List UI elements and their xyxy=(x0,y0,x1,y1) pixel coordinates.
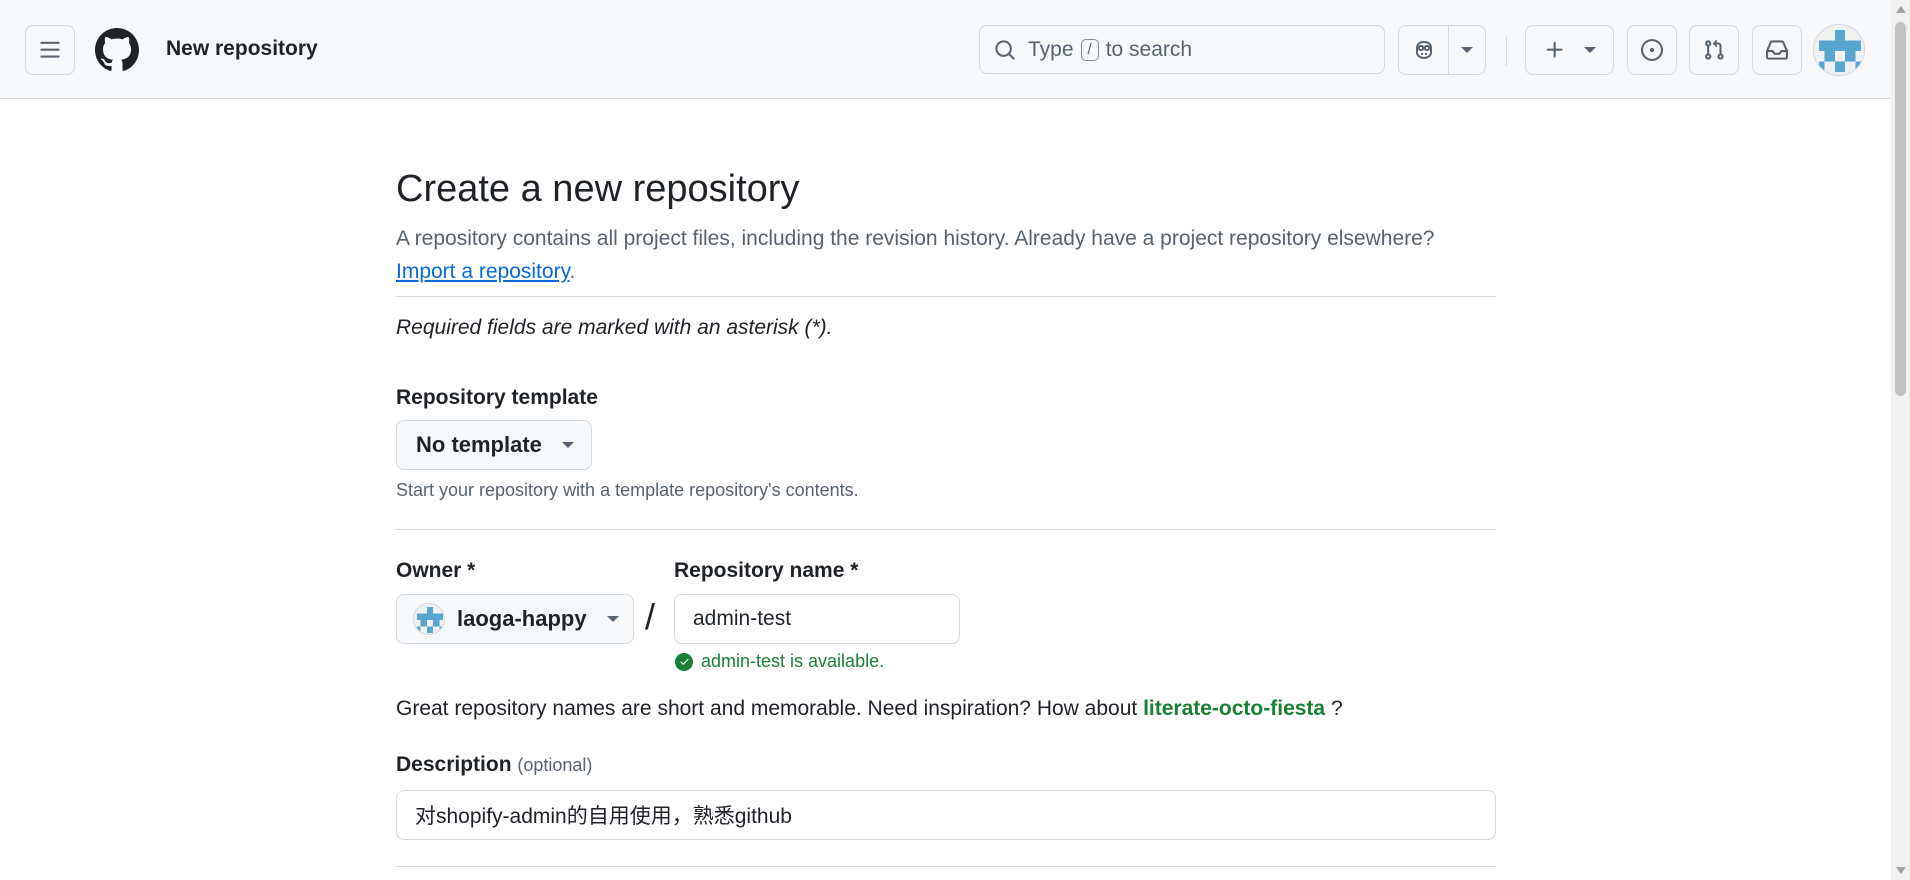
lead-text: A repository contains all project files,… xyxy=(396,227,1435,250)
pull-requests-button[interactable] xyxy=(1689,25,1739,75)
import-repository-link[interactable]: Import a repository xyxy=(396,260,570,283)
description-label-text: Description xyxy=(396,753,512,776)
divider xyxy=(396,296,1496,297)
availability-message: admin-test is available. xyxy=(675,651,884,672)
divider xyxy=(396,529,1496,530)
description-input[interactable]: 对shopify-admin的自用使用，熟悉github xyxy=(396,790,1496,840)
suggested-name-link[interactable]: literate-octo-fiesta xyxy=(1143,697,1325,720)
copilot-dropdown-button[interactable] xyxy=(1449,26,1485,74)
chevron-down-icon xyxy=(561,442,574,448)
divider xyxy=(396,866,1496,867)
page-lead: A repository contains all project files,… xyxy=(396,222,1496,288)
availability-text: admin-test is available. xyxy=(701,651,885,671)
owner-select-button[interactable]: laoga-happy xyxy=(396,594,634,644)
copilot-split-button xyxy=(1398,25,1486,75)
repo-name-input[interactable]: admin-test xyxy=(674,594,960,644)
scroll-up-arrow-icon[interactable] xyxy=(1896,6,1906,13)
page-context-title[interactable]: New repository xyxy=(166,37,318,61)
owner-avatar xyxy=(413,603,445,635)
create-new-button[interactable] xyxy=(1525,25,1614,75)
description-optional: (optional) xyxy=(517,755,593,775)
menu-icon xyxy=(40,41,60,58)
template-select-button[interactable]: No template xyxy=(396,420,592,470)
search-suffix: to search xyxy=(1105,37,1193,61)
template-label: Repository template xyxy=(396,386,598,409)
suggestion-suffix: ? xyxy=(1330,697,1343,720)
page-scrollbar[interactable] xyxy=(1891,0,1910,880)
copilot-button[interactable] xyxy=(1399,26,1448,74)
header-divider xyxy=(1506,36,1507,66)
inbox-button[interactable] xyxy=(1752,25,1802,75)
plus-icon xyxy=(1546,41,1563,58)
owner-repo-separator: / xyxy=(645,596,656,637)
search-input[interactable]: Type / to search xyxy=(979,25,1385,74)
template-selected: No template xyxy=(416,432,542,457)
lead-period: . xyxy=(569,260,576,283)
name-suggestion: Great repository names are short and mem… xyxy=(396,697,1343,721)
issue-icon xyxy=(1641,39,1663,61)
page-title: Create a new repository xyxy=(396,168,800,210)
template-hint: Start your repository with a template re… xyxy=(396,480,859,500)
chevron-down-icon xyxy=(606,616,619,622)
search-prefix: Type xyxy=(1028,37,1074,61)
github-logo-icon[interactable] xyxy=(95,28,139,72)
search-shortcut-key: / xyxy=(1080,38,1099,61)
check-circle-icon xyxy=(675,652,693,671)
copilot-icon xyxy=(1415,40,1432,60)
chevron-down-icon xyxy=(1461,47,1474,53)
repo-name-label: Repository name * xyxy=(674,559,859,582)
pull-request-icon xyxy=(1705,39,1724,60)
scrollbar-thumb[interactable] xyxy=(1895,22,1906,396)
description-label: Description (optional) xyxy=(396,753,592,777)
menu-button[interactable] xyxy=(25,25,75,75)
owner-label: Owner * xyxy=(396,559,476,582)
required-fields-note: Required fields are marked with an aster… xyxy=(396,316,833,339)
scroll-down-arrow-icon[interactable] xyxy=(1896,867,1906,874)
owner-selected: laoga-happy xyxy=(457,606,587,631)
issues-button[interactable] xyxy=(1627,25,1677,75)
search-icon xyxy=(995,39,1015,60)
suggestion-prefix: Great repository names are short and mem… xyxy=(396,697,1138,720)
inbox-icon xyxy=(1766,40,1788,60)
user-avatar[interactable] xyxy=(1813,24,1865,76)
app-header: New repository Type / to search xyxy=(0,0,1891,99)
chevron-down-icon xyxy=(1583,47,1596,53)
